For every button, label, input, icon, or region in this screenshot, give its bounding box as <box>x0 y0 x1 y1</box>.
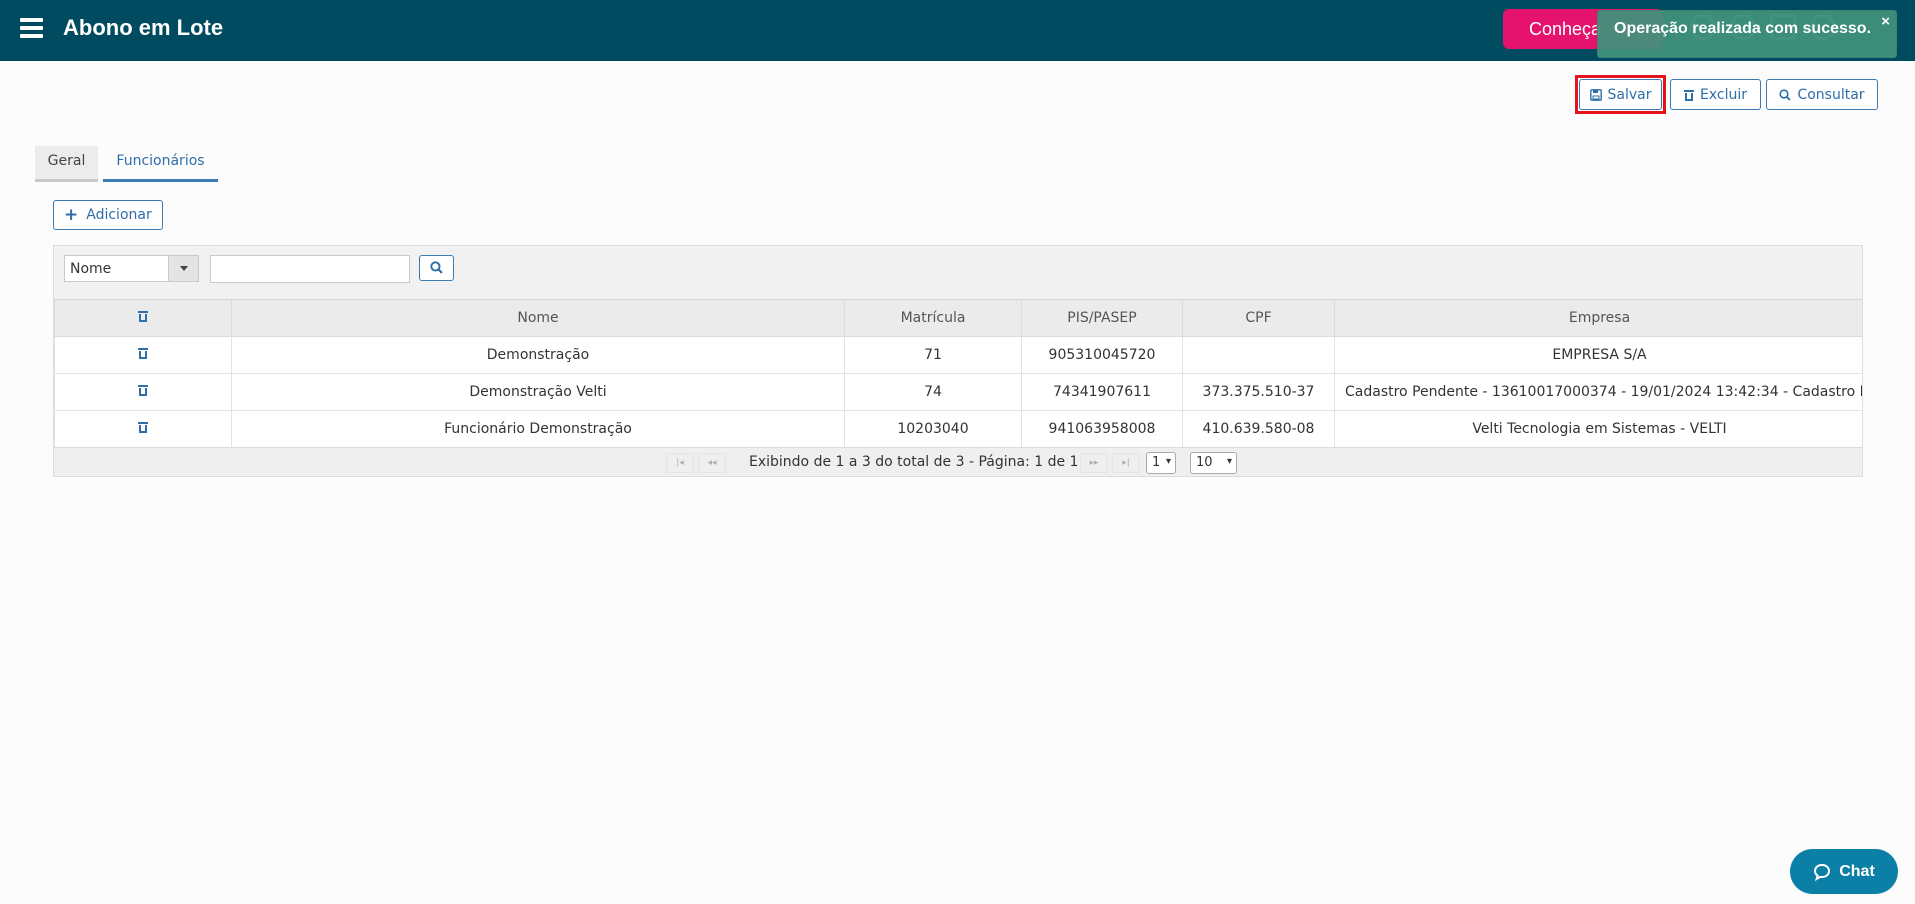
search-button[interactable]: Consultar <box>1766 79 1878 110</box>
table-cell: EMPRESA S/A <box>1334 336 1862 374</box>
table-cell: 74 <box>844 373 1022 411</box>
add-button[interactable]: + Adicionar <box>53 200 163 230</box>
column-header[interactable]: Matrícula <box>844 299 1022 337</box>
add-label: Adicionar <box>86 207 152 223</box>
table-cell: Cadastro Pendente - 13610017000374 - 19/… <box>1334 373 1862 411</box>
table-row: Demonstração Velti 74 74341907611 373.37… <box>54 373 1862 411</box>
trash-icon[interactable] <box>138 421 148 433</box>
trash-icon[interactable] <box>138 347 148 359</box>
employees-grid: Nome Nome Matrícula PIS/PASEP CPF Empres… <box>53 245 1863 477</box>
table-row: Funcionário Demonstração 10203040 941063… <box>54 410 1862 448</box>
column-header[interactable]: Nome <box>231 299 845 337</box>
table-cell: 941063958008 <box>1021 410 1183 448</box>
filter-search-button[interactable] <box>419 255 454 281</box>
chevron-down-icon: ▾ <box>1165 456 1171 467</box>
table-cell: 74341907611 <box>1021 373 1183 411</box>
delete-column-header[interactable] <box>54 299 232 337</box>
chat-label: Chat <box>1839 862 1875 880</box>
chat-button[interactable]: Chat <box>1790 849 1898 894</box>
pagination-info: Exibindo de 1 a 3 do total de 3 - Página… <box>749 454 1079 470</box>
table-cell: 10203040 <box>844 410 1022 448</box>
delete-button[interactable]: Excluir <box>1670 79 1761 110</box>
plus-icon: + <box>64 205 79 225</box>
first-page-icon[interactable]: |◂ <box>666 453 694 473</box>
table-cell: Velti Tecnologia em Sistemas - VELTI <box>1334 410 1862 448</box>
table-cell: 71 <box>844 336 1022 374</box>
page-size-select[interactable]: 10 ▾ <box>1190 452 1237 474</box>
page-select[interactable]: 1 ▾ <box>1146 452 1176 474</box>
page-size-value: 10 <box>1196 455 1213 470</box>
next-page-icon[interactable]: ▸▸ <box>1080 453 1108 473</box>
table-cell: 905310045720 <box>1021 336 1183 374</box>
table-header-row: Nome Matrícula PIS/PASEP CPF Empresa <box>54 299 1862 337</box>
chat-bubble-icon <box>1814 863 1831 881</box>
row-delete-cell <box>54 410 232 448</box>
row-delete-cell <box>54 336 232 374</box>
page-title: Abono em Lote <box>63 15 224 40</box>
table-cell: Funcionário Demonstração <box>231 410 845 448</box>
chevron-down-icon <box>168 256 198 281</box>
page-select-value: 1 <box>1152 455 1161 470</box>
filter-search-input[interactable] <box>210 255 410 283</box>
table-cell: 373.375.510-37 <box>1182 373 1335 411</box>
delete-label: Excluir <box>1700 87 1747 103</box>
save-button[interactable]: Salvar <box>1575 75 1666 114</box>
filter-field-value: Nome <box>70 261 112 277</box>
column-header[interactable]: Empresa <box>1334 299 1862 337</box>
success-toast: Operação realizada com sucesso. × <box>1597 10 1897 58</box>
save-label: Salvar <box>1607 87 1652 103</box>
chevron-down-icon: ▾ <box>1226 456 1232 467</box>
table-cell: 410.639.580-08 <box>1182 410 1335 448</box>
last-page-icon[interactable]: ▸| <box>1112 453 1140 473</box>
search-icon <box>1779 89 1792 101</box>
tab-geral[interactable]: Geral <box>35 146 98 182</box>
search-label: Consultar <box>1797 87 1865 103</box>
table-cell: Demonstração Velti <box>231 373 845 411</box>
search-icon <box>430 261 443 274</box>
column-header[interactable]: PIS/PASEP <box>1021 299 1183 337</box>
close-icon[interactable]: × <box>1881 13 1890 30</box>
floppy-icon <box>1589 89 1602 101</box>
column-header[interactable]: CPF <box>1182 299 1335 337</box>
toast-message: Operação realizada com sucesso. <box>1614 20 1872 37</box>
prev-page-icon[interactable]: ◂◂ <box>698 453 726 473</box>
trash-icon <box>138 310 148 322</box>
table-row: Demonstração 71 905310045720 EMPRESA S/A <box>54 336 1862 374</box>
filter-field-select[interactable]: Nome <box>64 255 199 282</box>
menu-icon[interactable] <box>20 18 43 38</box>
pagination-bar: |◂ ◂◂ Exibindo de 1 a 3 do total de 3 - … <box>54 447 1862 476</box>
table-cell: Demonstração <box>231 336 845 374</box>
row-delete-cell <box>54 373 232 411</box>
employees-table: Nome Matrícula PIS/PASEP CPF Empresa Dem… <box>54 299 1862 448</box>
table-cell <box>1182 336 1335 374</box>
trash-icon <box>1684 89 1694 101</box>
filter-bar: Nome <box>54 246 1862 300</box>
trash-icon[interactable] <box>138 384 148 396</box>
tab-funcionarios[interactable]: Funcionários <box>103 146 218 182</box>
